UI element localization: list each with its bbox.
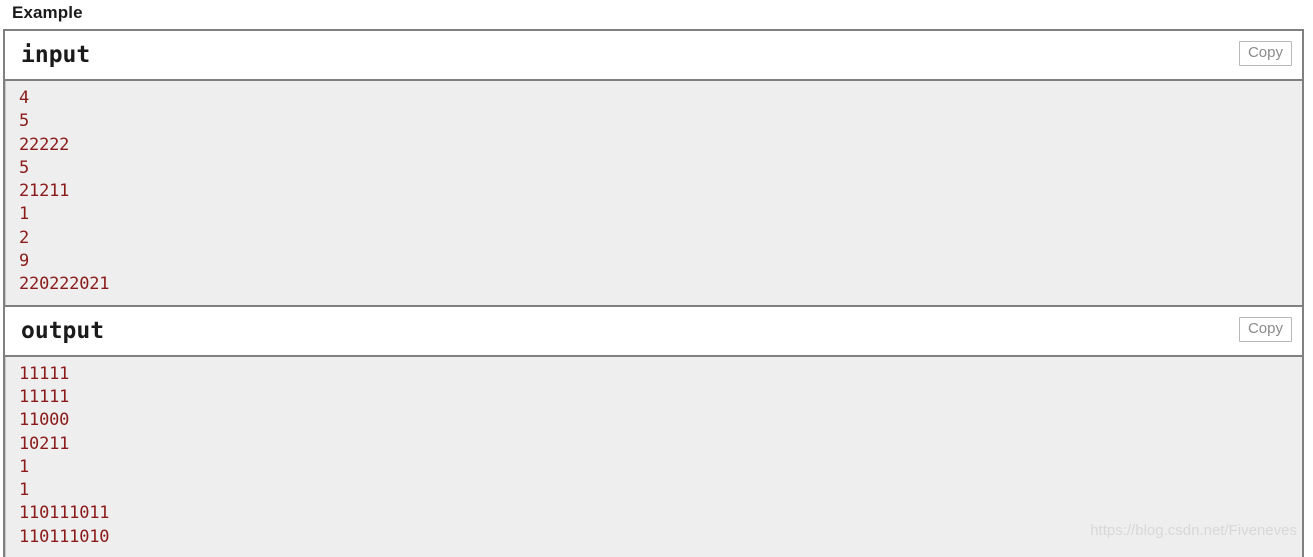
- copy-output-button[interactable]: Copy: [1238, 316, 1292, 342]
- data-line: 2: [19, 227, 30, 248]
- input-block-header: input Copy: [5, 31, 1302, 79]
- sample-block-input: input Copy 4 5 22222 5 21211 1 2 9 22022…: [5, 31, 1302, 305]
- copy-input-button[interactable]: Copy: [1238, 41, 1292, 66]
- sample-block-output: output Copy 11111 11111 11000 10211 1 1 …: [5, 306, 1302, 557]
- output-block-title: output: [21, 317, 105, 344]
- data-line: 11111: [19, 363, 70, 384]
- data-line: 1: [19, 204, 30, 225]
- data-line: 11000: [19, 410, 70, 431]
- output-block-header: output Copy: [5, 306, 1302, 355]
- data-line: 110111010: [19, 526, 110, 547]
- data-line: 5: [19, 157, 30, 178]
- input-data-pane[interactable]: 4 5 22222 5 21211 1 2 9 220222021: [5, 81, 1302, 305]
- data-line: 1: [19, 456, 30, 477]
- data-line: 9: [19, 251, 30, 272]
- data-line: 1: [19, 480, 30, 501]
- data-line: 10211: [19, 433, 70, 454]
- data-line: 4: [19, 88, 30, 108]
- page-title: Example: [12, 3, 83, 22]
- input-block-title: input: [21, 42, 91, 68]
- output-data-pane[interactable]: 11111 11111 11000 10211 1 1 110111011 11…: [5, 356, 1302, 557]
- data-line: 21211: [19, 181, 70, 202]
- sample-tests-container: input Copy 4 5 22222 5 21211 1 2 9 22022…: [3, 29, 1304, 557]
- data-line: 220222021: [19, 274, 110, 295]
- data-line: 22222: [19, 134, 70, 155]
- example-heading: Example: [0, 0, 1313, 29]
- data-line: 11111: [19, 386, 70, 407]
- data-line: 110111011: [19, 503, 110, 524]
- data-line: 5: [19, 111, 30, 132]
